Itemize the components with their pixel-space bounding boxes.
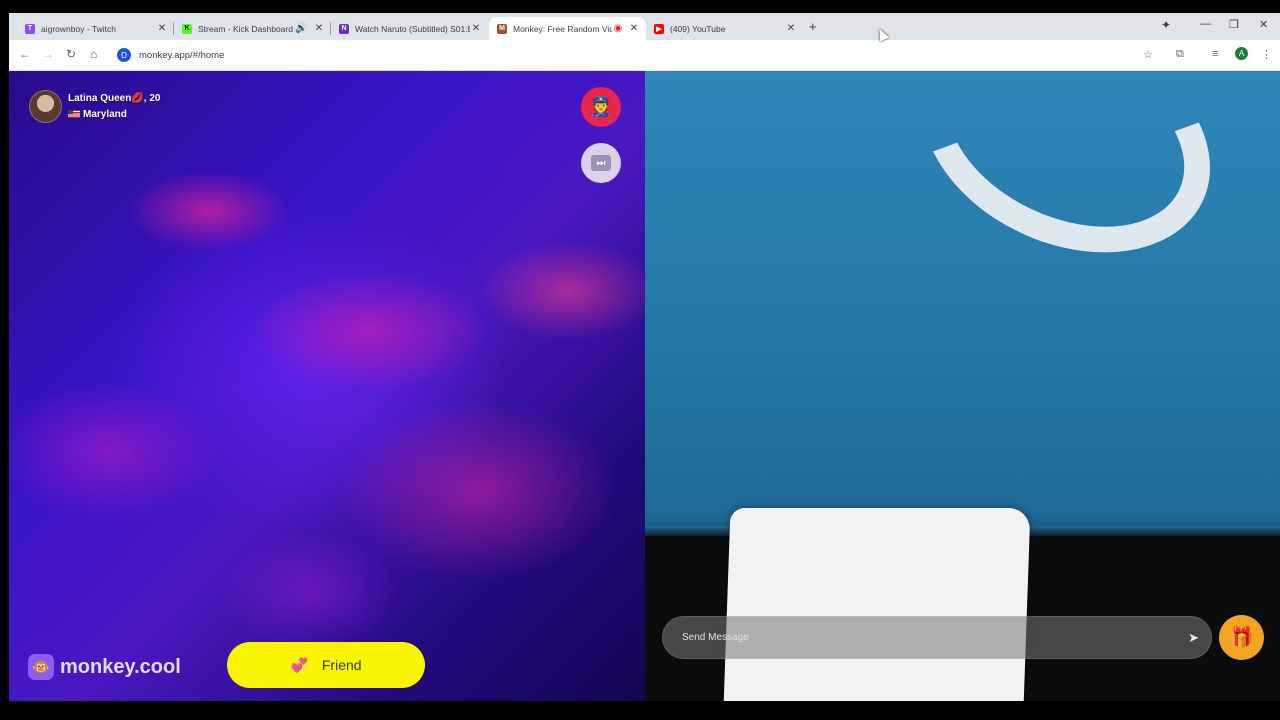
url-text[interactable]: monkey.app/#/home [139, 50, 224, 61]
speaker-icon[interactable]: 🔊 [295, 23, 307, 34]
self-camera-video [645, 71, 1280, 701]
skip-button[interactable]: ⏭ [581, 143, 621, 183]
friend-button-label: Friend [321, 657, 362, 673]
close-icon[interactable]: ✕ [470, 23, 482, 34]
tab-naruto[interactable]: N Watch Naruto (Subtitled) S01:E ✕ [331, 17, 488, 40]
address-bar[interactable]: D monkey.app/#/home [113, 44, 1183, 66]
forward-icon[interactable]: → [42, 47, 54, 61]
tab-youtube[interactable]: ▶ (409) YouTube ✕ [646, 17, 803, 40]
close-icon[interactable]: ✕ [785, 23, 797, 34]
brand-name: monkey.cool [60, 655, 181, 678]
kick-icon: K [182, 23, 192, 34]
back-icon[interactable]: ← [19, 47, 31, 61]
brand-logo: 🐵 monkey.cool [28, 654, 181, 680]
media-control-icon[interactable]: ≡ [1212, 48, 1218, 60]
police-officer-icon: 👮 [589, 97, 613, 118]
us-flag-icon [68, 109, 80, 118]
gift-button[interactable]: 🎁 [1219, 615, 1264, 660]
close-icon[interactable]: ✕ [156, 23, 168, 34]
friend-button[interactable]: 💞 Friend [227, 642, 425, 688]
banner-swoosh [884, 71, 1248, 297]
twitch-icon: T [25, 23, 35, 34]
page-content: Latina Queen💋, 20 Maryland 👮 ⏭ 🐵 monkey.… [9, 71, 1280, 701]
tab-kick[interactable]: K Stream - Kick Dashboard 🔊 ✕ [174, 17, 331, 40]
youtube-icon: ▶ [654, 23, 664, 34]
message-bar[interactable]: ➤ [662, 616, 1212, 659]
profile-avatar[interactable]: A [1235, 47, 1248, 60]
report-button[interactable]: 👮 [581, 87, 621, 127]
site-info-icon[interactable]: D [117, 48, 131, 62]
partner-location: Maryland [83, 108, 127, 120]
close-icon[interactable]: ✕ [628, 23, 640, 34]
monkey-logo-icon: 🐵 [28, 654, 54, 680]
record-icon: ◉ [613, 23, 623, 34]
home-icon[interactable]: ⌂ [90, 47, 97, 61]
menu-icon[interactable]: ⋮ [1261, 48, 1272, 61]
heart-icon: 💞 [290, 656, 308, 673]
browser-toolbar: ← → ↻ ⌂ D monkey.app/#/home ☆ ⧉ ≡ ⋮ [9, 40, 1280, 70]
send-icon[interactable]: ➤ [1188, 630, 1199, 646]
white-object [723, 508, 1031, 701]
partner-video: Latina Queen💋, 20 Maryland 👮 ⏭ 🐵 monkey.… [9, 71, 645, 701]
gift-icon: 🎁 [1229, 627, 1254, 649]
restore-icon[interactable]: ❐ [1229, 18, 1239, 31]
close-window-icon[interactable]: ✕ [1259, 18, 1268, 31]
close-icon[interactable]: ✕ [313, 23, 325, 34]
crunchyroll-icon: N [339, 23, 349, 34]
partner-name: Latina Queen💋, 20 [68, 92, 161, 104]
new-tab-button[interactable]: + [809, 19, 817, 34]
browser-window: T aigrownboy - Twitch ✕ K Stream - Kick … [9, 13, 1280, 701]
tab-twitch[interactable]: T aigrownboy - Twitch ✕ [17, 17, 174, 40]
partner-info[interactable]: Latina Queen💋, 20 Maryland [29, 90, 160, 123]
monkey-icon: M [497, 23, 507, 34]
avatar[interactable] [29, 90, 62, 123]
tab-strip: T aigrownboy - Twitch ✕ K Stream - Kick … [9, 13, 1280, 40]
partner-location-row: Maryland [68, 107, 160, 123]
reload-icon[interactable]: ↻ [66, 47, 76, 61]
cast-icon[interactable]: ⧉ [1176, 48, 1184, 61]
minimize-icon[interactable]: — [1200, 18, 1211, 30]
next-track-icon: ⏭ [591, 155, 611, 171]
message-input[interactable] [680, 631, 1189, 644]
gemini-icon[interactable]: ✦ [1161, 18, 1171, 32]
bookmark-star-icon[interactable]: ☆ [1143, 48, 1153, 61]
tab-monkey[interactable]: M Monkey: Free Random Vide ◉ ✕ [489, 17, 646, 40]
